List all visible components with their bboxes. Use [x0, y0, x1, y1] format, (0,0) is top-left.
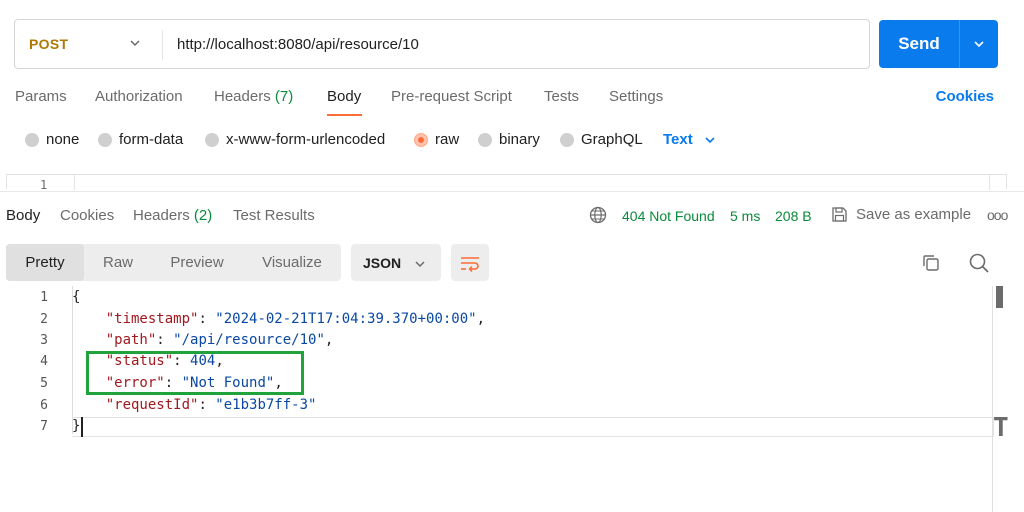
wrap-lines-button[interactable] [451, 244, 489, 281]
json-value: "2024-02-21T17:04:39.370+00:00" [215, 311, 477, 327]
line-number: 1 [40, 178, 48, 192]
response-tab-cookies[interactable]: Cookies [60, 207, 114, 224]
current-line-highlight [72, 417, 994, 437]
send-options-button[interactable] [960, 20, 998, 68]
radio-dot [98, 132, 112, 147]
view-pretty[interactable]: Pretty [6, 244, 84, 281]
url-input[interactable] [177, 20, 857, 68]
chevron-down-icon [130, 40, 140, 47]
line-number: 1 [40, 290, 48, 305]
radio-graphql-label: GraphQL [581, 131, 643, 148]
line-number: 3 [40, 333, 48, 348]
response-tab-headers-label: Headers [133, 207, 190, 224]
response-tab-test-results[interactable]: Test Results [233, 207, 315, 224]
tab-headers[interactable]: Headers (7) [214, 88, 293, 105]
url-bar: POST [14, 19, 870, 69]
json-punct: , [476, 311, 486, 327]
json-key: "timestamp" [105, 311, 199, 327]
raw-format-select[interactable]: Text [663, 131, 717, 148]
view-mode-toggle: Pretty Raw Preview Visualize [6, 244, 341, 281]
response-tab-headers[interactable]: Headers (2) [133, 207, 212, 224]
globe-icon[interactable] [589, 206, 607, 224]
json-close-brace[interactable]: } [72, 418, 80, 434]
tab-pre-request-script[interactable]: Pre-request Script [391, 88, 512, 105]
json-value: "/api/resource/10" [173, 332, 325, 348]
editor-gutter [74, 175, 75, 190]
chevron-down-icon [415, 261, 425, 268]
radio-dot-selected [414, 132, 428, 147]
scrollbar-track[interactable] [992, 286, 993, 512]
radio-none-label: none [46, 131, 80, 148]
radio-none[interactable]: none [25, 131, 79, 148]
pane-divider[interactable] [0, 191, 1024, 192]
tab-headers-label: Headers [214, 88, 271, 105]
method-select[interactable]: POST [15, 20, 148, 68]
radio-graphql[interactable]: GraphQL [560, 131, 643, 148]
json-value: "e1b3b7ff-3" [215, 397, 317, 413]
ibeam-cursor-icon: T [993, 413, 1009, 443]
view-raw[interactable]: Raw [86, 244, 150, 281]
cookies-link[interactable]: Cookies [936, 88, 994, 105]
line-number: 2 [40, 312, 48, 327]
radio-dot [25, 132, 39, 147]
format-label: JSON [363, 254, 402, 271]
more-options-button[interactable]: ooo [987, 207, 1008, 223]
view-preview[interactable]: Preview [156, 244, 238, 281]
search-icon[interactable] [968, 252, 990, 274]
scrollbar-thumb[interactable] [996, 286, 1003, 308]
view-visualize[interactable]: Visualize [250, 244, 334, 281]
json-line[interactable]: "path": "/api/resource/10", [72, 332, 334, 348]
save-as-example-label: Save as example [856, 206, 972, 223]
send-button[interactable]: Send [879, 20, 959, 68]
chevron-down-icon [705, 136, 715, 143]
status-code[interactable]: 404 Not Found [622, 208, 715, 224]
tab-tests[interactable]: Tests [544, 88, 579, 105]
json-open-brace[interactable]: { [72, 289, 80, 305]
format-select[interactable]: JSON [351, 244, 441, 281]
response-time[interactable]: 5 ms [730, 208, 760, 224]
url-divider [162, 30, 163, 60]
copy-icon[interactable] [921, 253, 941, 273]
chevron-down-icon [974, 41, 984, 48]
method-label: POST [29, 36, 69, 52]
response-size[interactable]: 208 B [775, 208, 812, 224]
radio-urlencoded-label: x-www-form-urlencoded [226, 131, 386, 148]
radio-dot [205, 132, 219, 147]
tab-params[interactable]: Params [15, 88, 67, 105]
radio-form-data-label: form-data [119, 131, 184, 148]
headers-count: (7) [274, 88, 294, 105]
save-icon [832, 207, 847, 222]
json-line[interactable]: "requestId": "e1b3b7ff-3" [72, 397, 317, 413]
radio-binary[interactable]: binary [478, 131, 540, 148]
line-number: 4 [40, 354, 48, 369]
line-number: 6 [40, 398, 48, 413]
line-number: 7 [40, 419, 48, 434]
json-key: "path" [105, 332, 157, 348]
response-headers-count: (2) [193, 207, 213, 224]
tab-authorization[interactable]: Authorization [95, 88, 183, 105]
radio-form-data[interactable]: form-data [98, 131, 183, 148]
text-cursor [81, 417, 83, 437]
radio-urlencoded[interactable]: x-www-form-urlencoded [205, 131, 385, 148]
raw-format-label: Text [663, 131, 693, 148]
radio-raw-label: raw [435, 131, 460, 148]
save-as-example-button[interactable]: Save as example [831, 206, 971, 223]
radio-raw[interactable]: raw [414, 131, 459, 148]
line-number: 5 [40, 376, 48, 391]
json-punct: , [324, 332, 334, 348]
json-key: "requestId" [105, 397, 199, 413]
radio-dot [478, 132, 492, 147]
request-body-editor[interactable]: 1 [6, 174, 1007, 192]
tab-settings[interactable]: Settings [609, 88, 663, 105]
send-button-group: Send [879, 20, 998, 68]
radio-binary-label: binary [499, 131, 540, 148]
tab-body[interactable]: Body [327, 88, 361, 105]
annotation-highlight-box [86, 351, 304, 395]
radio-dot [560, 132, 574, 147]
editor-edge [989, 175, 990, 190]
response-tab-body[interactable]: Body [6, 207, 40, 224]
active-tab-indicator [327, 114, 362, 116]
json-line[interactable]: "timestamp": "2024-02-21T17:04:39.370+00… [72, 311, 485, 327]
wrap-lines-icon [461, 256, 479, 272]
